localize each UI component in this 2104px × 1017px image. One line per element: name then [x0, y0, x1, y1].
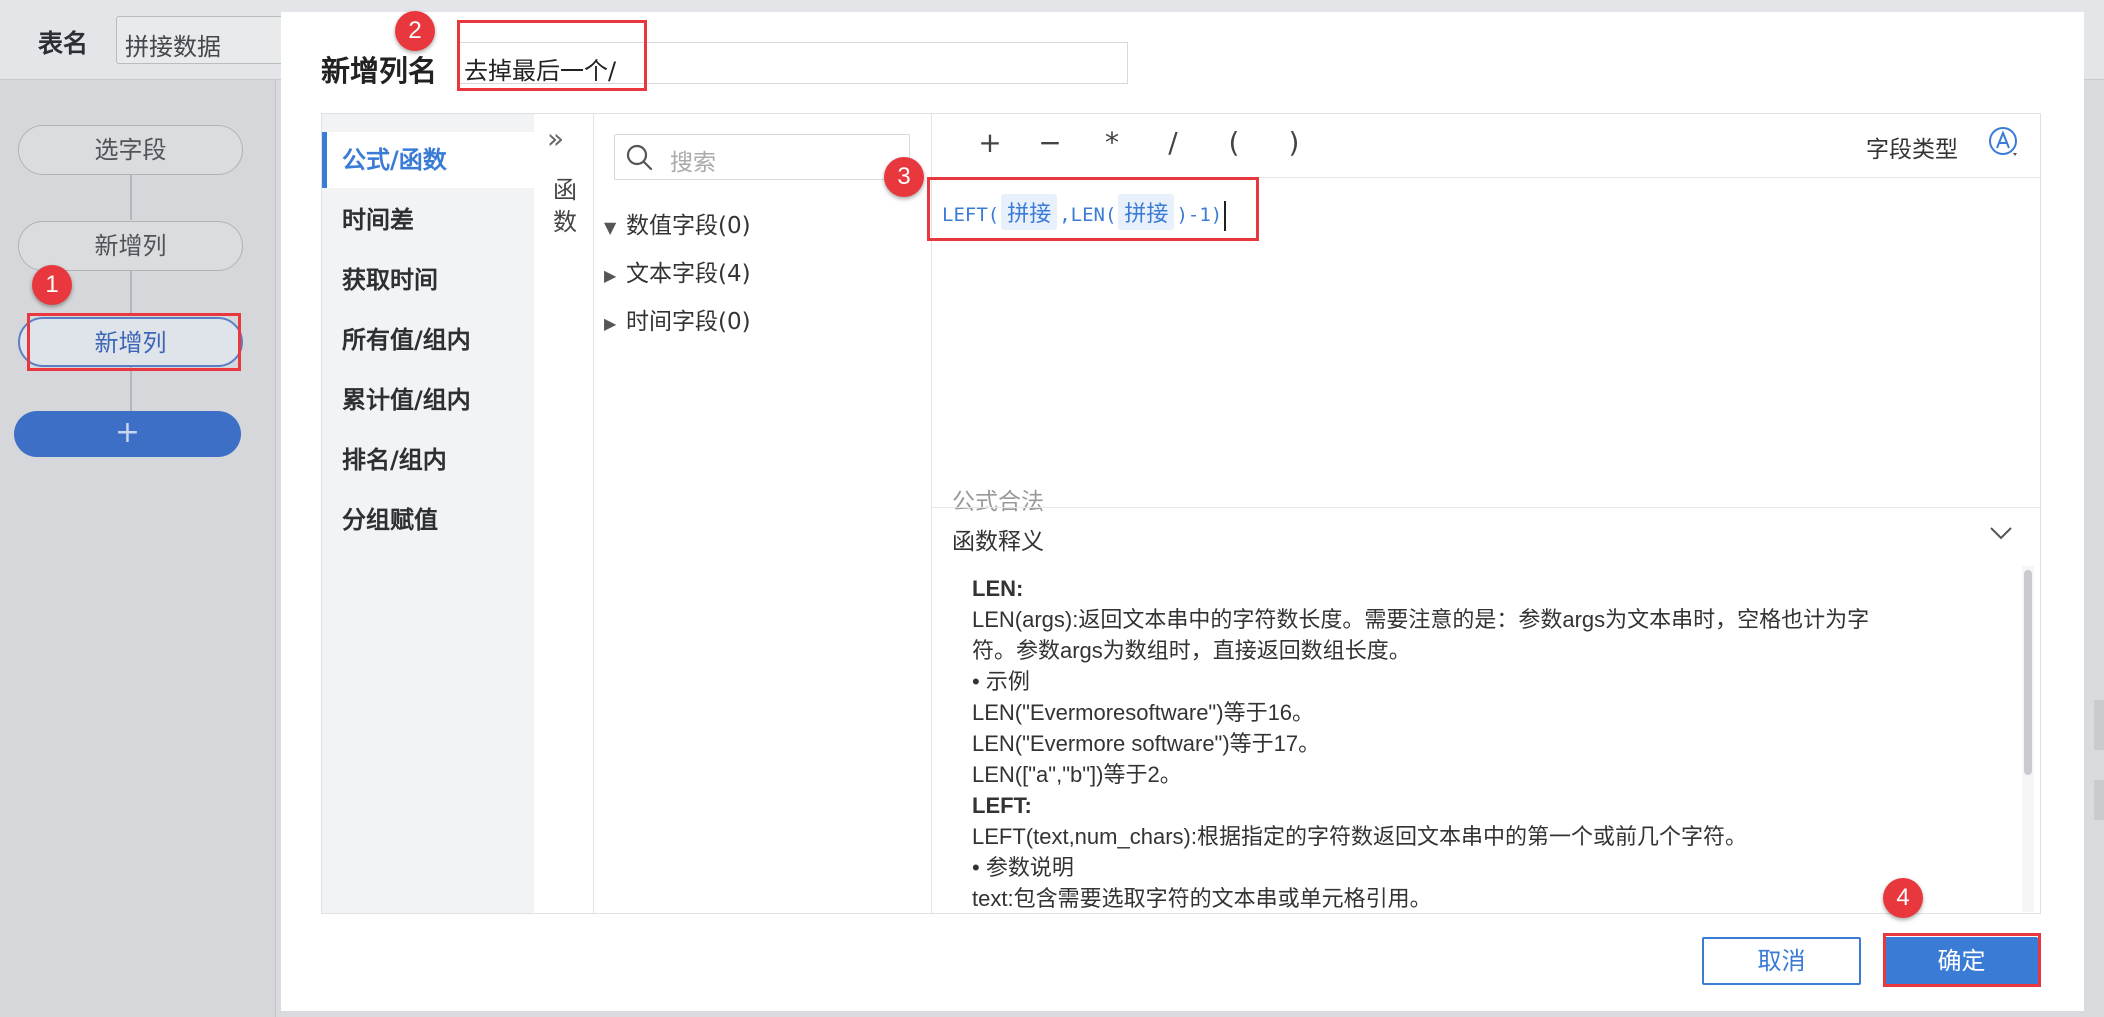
operator-plus-button[interactable]: + — [975, 126, 1005, 159]
help-line: LEN("Evermoresoftware")等于16。 — [972, 700, 1315, 725]
field-list-panel: 搜索 ▼ 数值字段(0) ▶ 文本字段(4) ▶ 时间字段(0) — [594, 114, 932, 913]
field-type-icon[interactable] — [1988, 126, 2022, 160]
table-name-label: 表名 — [38, 29, 89, 58]
category-group-assign[interactable]: 分组赋值 — [322, 492, 534, 548]
cancel-button[interactable]: 取消 — [1702, 937, 1861, 985]
background-edge — [2094, 700, 2104, 750]
operator-bar: + − * / ( ) 字段类型 — [932, 114, 2040, 178]
function-strip-label: 函数 — [553, 176, 577, 236]
help-line: 符。参数args为数组时，直接返回数组长度。 — [972, 638, 1411, 663]
function-help-title: 函数释义 — [952, 529, 1044, 555]
operator-close-paren-button[interactable]: ) — [1279, 126, 1309, 159]
formula-input[interactable]: LEFT(拼接 ,LEN(拼接)-1) — [942, 194, 1227, 231]
formula-text: )-1) — [1176, 204, 1223, 226]
formula-field-token[interactable]: 拼接 — [1118, 194, 1175, 230]
search-icon — [626, 144, 653, 171]
help-line: LEN: — [972, 576, 1024, 601]
operator-divide-button[interactable]: / — [1158, 126, 1188, 159]
help-line: • 参数说明 — [972, 855, 1074, 880]
field-group-label: 时间字段(0) — [626, 309, 751, 335]
help-line: LEFT(text,num_chars):根据指定的字符数返回文本串中的第一个或… — [972, 824, 1747, 849]
step-connector — [130, 175, 132, 220]
field-group-numeric[interactable]: ▼ 数值字段(0) — [604, 206, 751, 240]
step-select-fields[interactable]: 选字段 — [18, 125, 243, 175]
help-line: LEN(args):返回文本串中的字符数长度。需要注意的是：参数args为文本串… — [972, 607, 1870, 632]
add-column-dialog: 新增列名 去掉最后一个/ 公式/函数 时间差 获取时间 所有值/组内 累计值/组… — [281, 12, 2084, 1011]
caret-right-icon: ▶ — [604, 314, 617, 333]
category-list: 公式/函数 时间差 获取时间 所有值/组内 累计值/组内 排名/组内 分组赋值 — [322, 114, 534, 913]
search-input[interactable]: 搜索 — [614, 134, 910, 180]
category-rank[interactable]: 排名/组内 — [322, 432, 534, 488]
field-group-text[interactable]: ▶ 文本字段(4) — [604, 254, 751, 288]
field-group-time[interactable]: ▶ 时间字段(0) — [604, 302, 751, 336]
step-connector — [130, 270, 132, 315]
formula-text: ,LEN( — [1059, 204, 1117, 226]
field-group-label: 文本字段(4) — [626, 261, 751, 287]
caret-right-icon: ▶ — [604, 266, 617, 285]
help-line: text:包含需要选取字符的文本串或单元格引用。 — [972, 886, 1432, 911]
formula-field-token[interactable]: 拼接 — [1001, 194, 1058, 230]
category-time-diff[interactable]: 时间差 — [322, 192, 534, 248]
category-get-time[interactable]: 获取时间 — [322, 252, 534, 308]
formula-text: LEFT( — [942, 204, 1000, 226]
annotation-badge-2: 2 — [395, 11, 435, 51]
help-line: LEN(["a","b"])等于2。 — [972, 762, 1182, 787]
background-edge — [2094, 780, 2104, 820]
operator-multiply-button[interactable]: * — [1097, 126, 1127, 159]
expand-chevron-icon[interactable]: » — [547, 122, 564, 155]
dialog-body: 公式/函数 时间差 获取时间 所有值/组内 累计值/组内 排名/组内 分组赋值 … — [321, 113, 2041, 914]
category-all-values[interactable]: 所有值/组内 — [322, 312, 534, 368]
text-caret — [1224, 200, 1227, 231]
column-name-input[interactable]: 去掉最后一个/ — [457, 42, 1128, 85]
annotation-badge-3: 3 — [884, 157, 924, 197]
search-placeholder: 搜索 — [670, 150, 716, 176]
help-line: LEN("Evermore software")等于17。 — [972, 731, 1321, 756]
help-scrollbar-thumb[interactable] — [2024, 570, 2032, 775]
table-name-input[interactable]: 拼接数据 — [116, 16, 286, 64]
field-group-label: 数值字段(0) — [626, 213, 751, 239]
operator-open-paren-button[interactable]: ( — [1219, 126, 1249, 159]
category-formula-function[interactable]: 公式/函数 — [322, 132, 534, 188]
operator-minus-button[interactable]: − — [1035, 126, 1065, 159]
add-step-button[interactable]: + — [14, 411, 241, 457]
dialog-title: 新增列名 — [321, 54, 438, 88]
annotation-badge-1: 1 — [32, 265, 72, 305]
step-connector — [130, 365, 132, 411]
annotation-badge-4: 4 — [1883, 878, 1923, 918]
function-strip[interactable]: » 函数 — [534, 114, 594, 913]
function-help-header[interactable]: 函数释义 — [932, 507, 2040, 563]
chevron-down-icon[interactable] — [1988, 520, 2014, 546]
confirm-button[interactable]: 确定 — [1885, 937, 2038, 985]
caret-down-icon: ▼ — [604, 218, 617, 237]
category-cumulative[interactable]: 累计值/组内 — [322, 372, 534, 428]
function-help-content: LEN: LEN(args):返回文本串中的字符数长度。需要注意的是：参数arg… — [972, 573, 1982, 911]
formula-editor-panel: + − * / ( ) 字段类型 LEFT(拼接 ,LEN(拼接)-1) 公式合法… — [932, 114, 2040, 913]
help-line: • 示例 — [972, 669, 1030, 694]
help-line: LEFT: — [972, 793, 1032, 818]
field-type-label: 字段类型 — [1866, 137, 1958, 163]
step-add-column-active[interactable]: 新增列 — [18, 317, 243, 367]
step-add-column[interactable]: 新增列 — [18, 221, 243, 271]
